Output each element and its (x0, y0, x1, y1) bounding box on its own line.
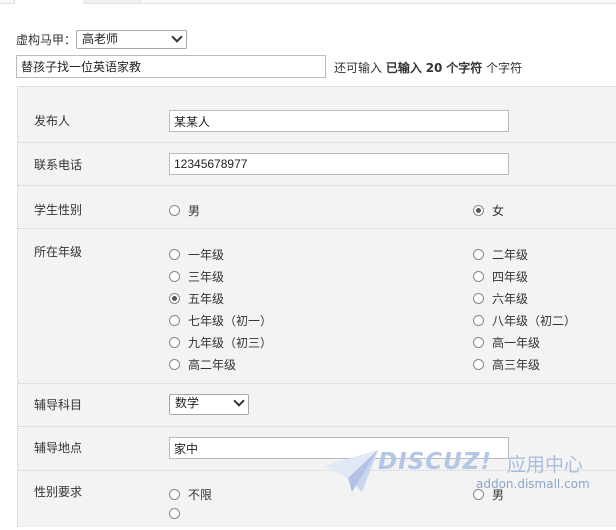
subject-select[interactable]: 数学 (169, 394, 249, 415)
radio-gender-req-any[interactable]: 不限 (169, 486, 212, 503)
radio-grade-9[interactable]: 九年级（初三） (169, 334, 272, 351)
virtual-account-row: 虚构马甲： 高老师 (16, 29, 188, 49)
chevron-down-icon (171, 30, 183, 43)
form-row-location: 辅导地点 (18, 426, 616, 471)
location-label: 辅导地点 (34, 441, 83, 455)
form-row-publisher: 发布人 (18, 87, 616, 143)
radio-gender-req-male[interactable]: 男 (473, 486, 504, 503)
form-row-gender-requirement: 性别要求 不限 男 (18, 470, 616, 530)
virtual-account-value: 高老师 (82, 31, 119, 46)
radio-grade-6[interactable]: 六年级 (473, 290, 528, 307)
radio-grade-11[interactable]: 高二年级 (169, 356, 236, 373)
radio-grade-2[interactable]: 二年级 (473, 246, 528, 263)
location-input[interactable] (169, 437, 509, 459)
virtual-account-label: 虚构马甲： (16, 32, 77, 47)
post-title-input[interactable] (16, 55, 326, 78)
tab-inactive[interactable] (83, 0, 140, 3)
form-panel: 发布人 联系电话 学生性别 男 女 所在年级 一年级 二年级 三年级 四年级 五… (17, 86, 616, 527)
chevron-down-icon (233, 395, 245, 407)
virtual-account-select[interactable]: 高老师 (76, 29, 188, 49)
phone-label: 联系电话 (34, 158, 83, 172)
radio-grade-5[interactable]: 五年级 (169, 290, 224, 307)
radio-grade-7[interactable]: 七年级（初一） (169, 312, 272, 329)
radio-student-gender-female[interactable]: 女 (473, 202, 504, 219)
phone-input[interactable] (169, 153, 509, 175)
radio-grade-3[interactable]: 三年级 (169, 268, 224, 285)
form-row-student-gender: 学生性别 男 女 (18, 185, 616, 229)
radio-grade-12[interactable]: 高三年级 (473, 356, 540, 373)
publisher-label: 发布人 (34, 114, 71, 128)
grade-label: 所在年级 (34, 245, 83, 259)
student-gender-label: 学生性别 (34, 203, 83, 217)
publisher-input[interactable] (169, 110, 509, 132)
radio-grade-1[interactable]: 一年级 (169, 246, 224, 263)
char-count-hint: 还可输入 已输入 20 个字符 个字符 (334, 61, 523, 75)
subject-label: 辅导科目 (34, 398, 83, 412)
radio-grade-4[interactable]: 四年级 (473, 268, 528, 285)
subject-value: 数学 (175, 396, 200, 410)
char-count: 20 (425, 61, 443, 75)
radio-student-gender-male[interactable]: 男 (169, 202, 200, 219)
form-row-phone: 联系电话 (18, 142, 616, 186)
gender-requirement-label: 性别要求 (34, 485, 83, 499)
tab-active[interactable] (14, 0, 84, 4)
radio-grade-8[interactable]: 八年级（初二） (473, 312, 576, 329)
radio-grade-10[interactable]: 高一年级 (473, 334, 540, 351)
form-row-grade: 所在年级 一年级 二年级 三年级 四年级 五年级 六年级 七年级（初一） 八年级… (18, 228, 616, 384)
radio-circle-selected (473, 205, 484, 216)
form-row-subject: 辅导科目 数学 (18, 383, 616, 427)
radio-circle (169, 205, 180, 216)
